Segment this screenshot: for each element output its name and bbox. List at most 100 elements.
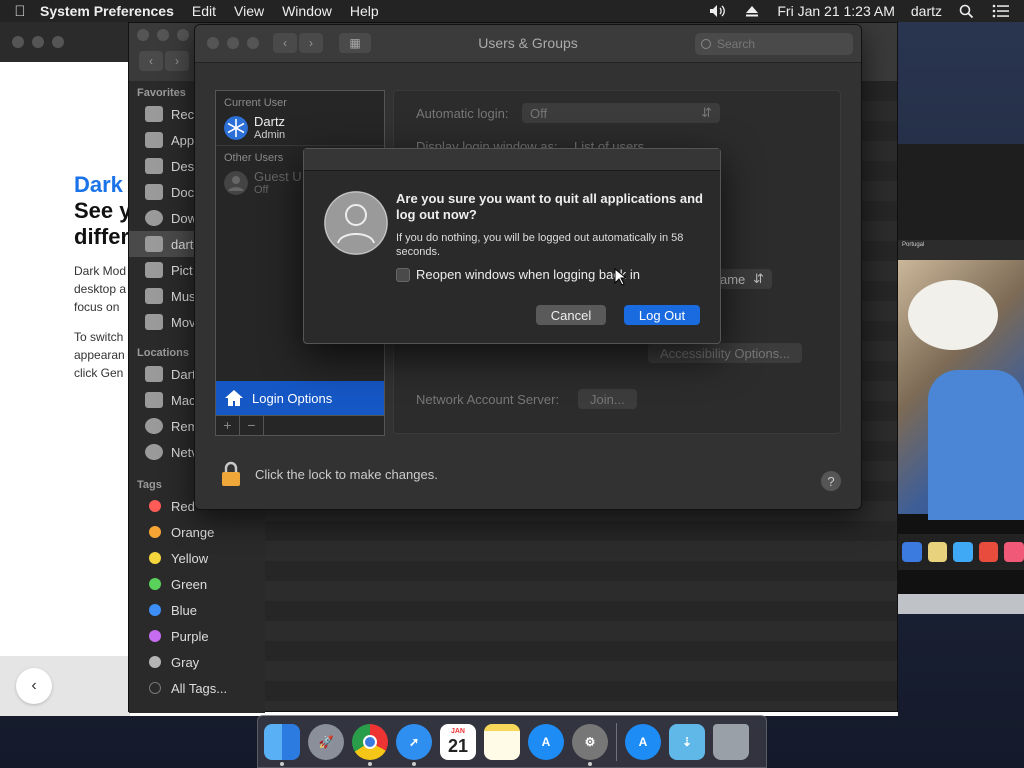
network-account-row: Network Account Server: Join... <box>416 389 637 409</box>
checkbox[interactable] <box>396 267 410 282</box>
article-paragraph-2: To switch appearan click Gen <box>74 330 125 380</box>
finder-icon[interactable] <box>264 723 300 766</box>
app-menu[interactable]: System Preferences <box>40 3 174 19</box>
user-menu[interactable]: dartz <box>911 3 942 19</box>
notes-icon[interactable] <box>484 723 520 760</box>
desktop-icon <box>145 158 163 174</box>
login-options-item[interactable]: Login Options <box>216 381 384 415</box>
menu-view[interactable]: View <box>234 3 264 19</box>
menu-help[interactable]: Help <box>350 3 379 19</box>
dialog-titlebar <box>304 149 720 171</box>
stepper-arrows-icon: ⇵ <box>701 105 712 120</box>
calendar-icon[interactable]: JAN 21 <box>440 723 476 760</box>
zoom-button[interactable] <box>52 36 64 48</box>
sidebar-item-label: Dart <box>171 366 196 382</box>
volume-icon[interactable] <box>709 4 727 18</box>
photo-image[interactable] <box>898 260 1024 520</box>
user-row-dartz[interactable]: Dartz Admin <box>216 111 384 145</box>
minimize-button[interactable] <box>157 29 169 41</box>
running-indicator <box>412 761 416 766</box>
recents-icon <box>145 106 163 122</box>
photos-window: Portugal <box>898 144 1024 614</box>
join-button[interactable]: Join... <box>578 389 637 409</box>
eject-icon[interactable] <box>743 4 761 18</box>
menu-window[interactable]: Window <box>282 3 332 19</box>
accessibility-row: Accessibility Options... <box>648 343 803 363</box>
back-button[interactable]: ‹ <box>139 51 163 71</box>
cancel-button[interactable]: Cancel <box>536 305 606 325</box>
tag-dot-icon <box>149 500 161 512</box>
sidebar-tag-blue[interactable]: Blue <box>129 597 265 623</box>
spotlight-search-icon[interactable] <box>958 4 976 18</box>
chrome-icon[interactable] <box>352 723 388 766</box>
tag-label: Red <box>171 498 195 514</box>
article-heading-line2: differ <box>74 224 129 249</box>
close-button[interactable] <box>12 36 24 48</box>
system-preferences-icon[interactable]: ⚙ <box>572 723 608 766</box>
running-indicator <box>368 761 372 766</box>
documents-icon <box>145 184 163 200</box>
chevron-left-icon: ‹ <box>31 677 37 694</box>
tag-dot-icon <box>149 682 161 694</box>
checkbox-label: Reopen windows when logging back in <box>416 267 641 282</box>
close-button[interactable] <box>137 29 149 41</box>
house-icon <box>225 390 243 406</box>
show-name-popup-row: ame ⇵ <box>712 269 772 289</box>
show-name-popup[interactable]: ame ⇵ <box>712 269 772 289</box>
sidebar-tag-green[interactable]: Green <box>129 571 265 597</box>
sidebar-tag-yellow[interactable]: Yellow <box>129 545 265 571</box>
app-store-icon[interactable]: A <box>528 723 564 760</box>
sidebar-item-label: Doc <box>171 184 195 200</box>
guest-avatar-icon <box>224 171 248 195</box>
dock: 🚀 ➚ JAN 21 A ⚙ A ⇣ <box>257 715 767 768</box>
tag-dot-icon <box>149 526 161 538</box>
safari-icon[interactable]: ➚ <box>396 723 432 766</box>
automatic-login-popup[interactable]: Off ⇵ <box>522 103 720 123</box>
article-heading-line1: See y <box>74 198 132 223</box>
minimize-button[interactable] <box>32 36 44 48</box>
trash-icon[interactable] <box>713 723 749 760</box>
sidebar-tag-gray[interactable]: Gray <box>129 649 265 675</box>
launchpad-icon[interactable]: 🚀 <box>308 723 344 760</box>
app-store-download-icon[interactable]: A <box>625 723 661 760</box>
computer-icon <box>145 366 163 382</box>
add-user-button[interactable]: + <box>216 416 240 436</box>
dock-separator <box>616 722 617 761</box>
sidebar-all-tags[interactable]: All Tags... <box>129 675 265 701</box>
mouse-cursor-icon <box>614 268 626 286</box>
notification-center-icon[interactable] <box>992 4 1010 18</box>
sysprefs-titlebar: ‹ › ▦ Users & Groups Search <box>195 25 861 63</box>
forward-button[interactable]: › <box>165 51 189 71</box>
laptop-base <box>898 594 1024 614</box>
zoom-button[interactable] <box>177 29 189 41</box>
mini-app-icon <box>902 542 922 562</box>
user-role: Admin <box>254 128 286 141</box>
search-input[interactable]: Search <box>695 33 853 55</box>
person-silhouette-icon <box>324 191 388 255</box>
previous-button[interactable]: ‹ <box>16 668 52 704</box>
dialog-info: If you do nothing, you will be logged ou… <box>396 232 684 258</box>
downloads-folder-icon[interactable]: ⇣ <box>669 723 705 760</box>
sidebar-tag-orange[interactable]: Orange <box>129 519 265 545</box>
lock-icon[interactable] <box>221 461 241 487</box>
clock[interactable]: Fri Jan 21 1:23 AM <box>777 3 895 19</box>
accessibility-options-button[interactable]: Accessibility Options... <box>648 343 803 363</box>
menu-edit[interactable]: Edit <box>192 3 216 19</box>
sidebar-item-label: Mov <box>171 314 196 330</box>
mini-app-icon <box>1004 542 1024 562</box>
sidebar-tag-purple[interactable]: Purple <box>129 623 265 649</box>
help-button[interactable]: ? <box>821 471 841 491</box>
apple-menu-icon[interactable]:  <box>0 3 40 20</box>
article-text: Dark See y differ Dark Mod desktop a foc… <box>74 172 134 382</box>
sidebar-item-label: Mac <box>171 392 196 408</box>
remove-user-button[interactable]: − <box>240 416 264 436</box>
reopen-windows-checkbox[interactable]: Reopen windows when logging back in <box>396 267 640 282</box>
log-out-button[interactable]: Log Out <box>624 305 700 325</box>
music-icon <box>145 288 163 304</box>
sidebar-item-label: Pict <box>171 262 193 278</box>
sidebar-item-label: Mus <box>171 288 196 304</box>
disk-icon <box>145 392 163 408</box>
popup-value: Off <box>530 105 548 121</box>
browser-bottom-bar: ‹ <box>0 656 130 716</box>
login-options-label: Login Options <box>252 390 333 406</box>
